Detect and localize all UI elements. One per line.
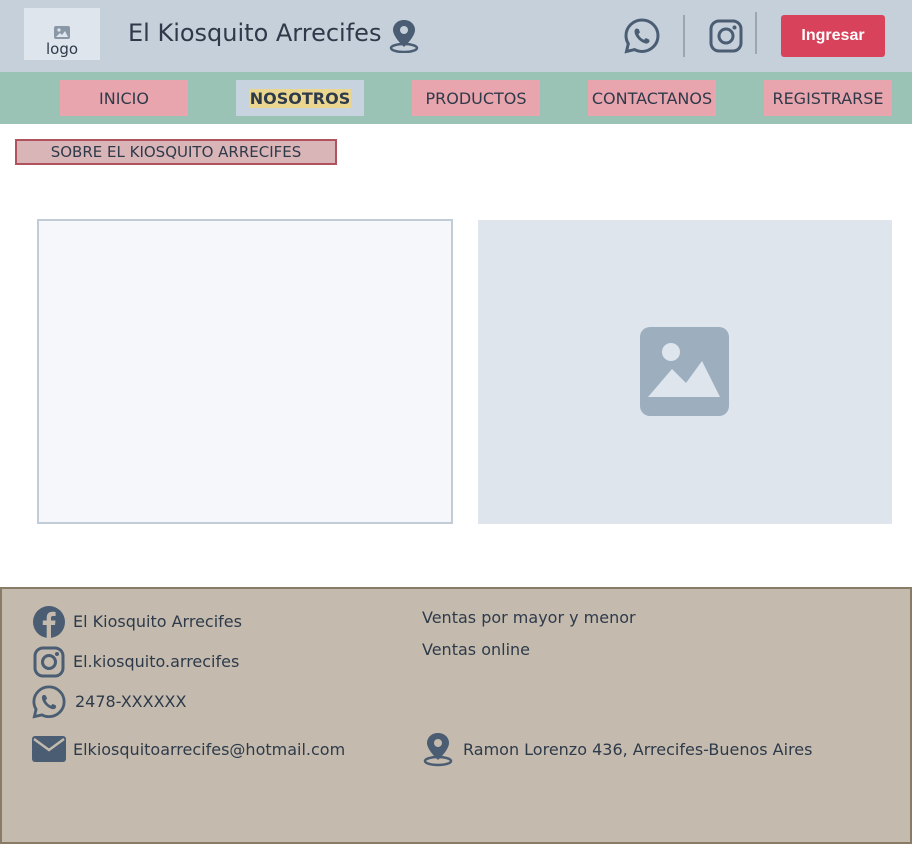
- logo-image-icon: [54, 26, 70, 39]
- nav-item-registrarse[interactable]: REGISTRARSE: [764, 80, 892, 116]
- login-button[interactable]: Ingresar: [781, 15, 885, 57]
- section-label: SOBRE EL KIOSQUITO ARRECIFES: [15, 139, 337, 165]
- location-pin-icon[interactable]: [388, 19, 420, 53]
- phone-text[interactable]: 2478-XXXXXX: [75, 692, 186, 711]
- nav-item-nosotros[interactable]: NOSOTROS: [236, 80, 364, 116]
- nav-item-label: REGISTRARSE: [772, 88, 884, 108]
- content-panel: [37, 219, 453, 524]
- logo-text: logo: [45, 40, 79, 58]
- nav-item-label: PRODUCTOS: [425, 88, 527, 108]
- site-title: El Kiosquito Arrecifes: [128, 19, 382, 47]
- main-nav: INICIO NOSOTROS PRODUCTOS CONTACTANOS RE…: [0, 72, 912, 124]
- envelope-icon[interactable]: [32, 735, 66, 763]
- facebook-text[interactable]: El Kiosquito Arrecifes: [73, 612, 242, 631]
- email-text[interactable]: Elkiosquitoarrecifes@hotmail.com: [73, 740, 345, 759]
- instagram-icon[interactable]: [708, 18, 744, 54]
- address-text: Ramon Lorenzo 436, Arrecifes-Buenos Aire…: [463, 740, 813, 759]
- location-pin-icon[interactable]: [422, 731, 454, 767]
- nav-item-productos[interactable]: PRODUCTOS: [412, 80, 540, 116]
- facebook-icon[interactable]: [32, 605, 66, 639]
- nav-item-contactanos[interactable]: CONTACTANOS: [588, 80, 716, 116]
- nav-item-label: NOSOTROS: [248, 88, 352, 108]
- whatsapp-icon[interactable]: [624, 18, 660, 54]
- header-divider: [755, 12, 757, 54]
- image-placeholder: [478, 220, 892, 524]
- image-placeholder-icon: [640, 327, 729, 416]
- header: logo El Kiosquito Arrecifes Ingresar: [0, 0, 912, 72]
- nav-item-label: INICIO: [99, 88, 149, 108]
- instagram-text[interactable]: El.kiosquito.arrecifes: [73, 652, 239, 671]
- nav-item-label: CONTACTANOS: [591, 88, 713, 108]
- footer: El Kiosquito Arrecifes El.kiosquito.arre…: [0, 587, 912, 844]
- sales-text: Ventas online: [422, 640, 530, 659]
- nav-item-inicio[interactable]: INICIO: [60, 80, 188, 116]
- header-divider: [683, 15, 685, 57]
- logo[interactable]: logo: [24, 8, 100, 60]
- sales-text: Ventas por mayor y menor: [422, 608, 636, 627]
- instagram-icon[interactable]: [32, 645, 66, 679]
- whatsapp-icon[interactable]: [32, 685, 66, 719]
